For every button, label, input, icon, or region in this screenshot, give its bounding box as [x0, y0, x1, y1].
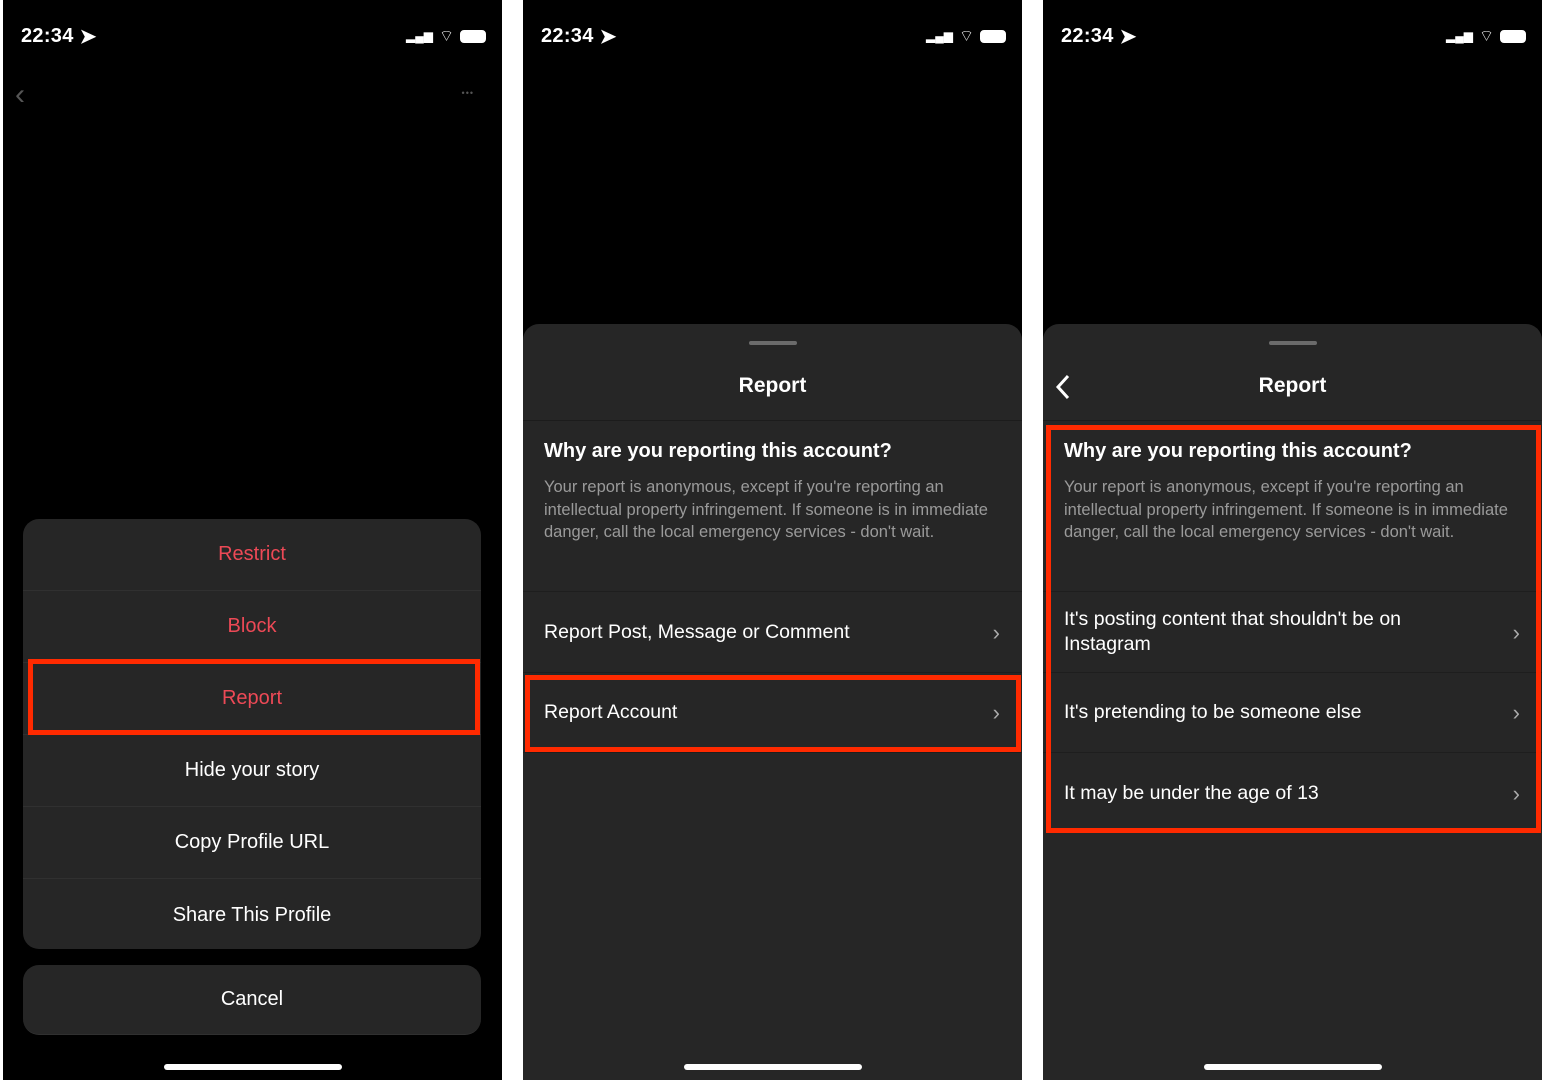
wifi-icon: ⌔ [438, 28, 454, 45]
highlight-box [1046, 425, 1541, 833]
phone-screen-report-account: 22:34 ➤ ▂▄▆ ⌔ Report Why are you reporting… [1043, 0, 1542, 1080]
battery-icon [460, 29, 486, 43]
phone-screen-report: 22:34 ➤ ▂▄▆ ⌔ Report Why are you reporting… [523, 0, 1022, 1080]
question-heading: Why are you reporting this account? [544, 440, 892, 462]
sheet-title: Report [738, 374, 807, 397]
clock: 22:34 [21, 24, 74, 47]
menu-item-copy-url[interactable]: Copy Profile URL [23, 807, 481, 879]
clock: 22:34 [1061, 24, 1114, 47]
menu-item-restrict[interactable]: Restrict [23, 519, 481, 591]
wifi-icon: ⌔ [1478, 28, 1494, 45]
status-bar: 22:34 ➤ ▂▄▆ ⌔ [21, 22, 486, 50]
battery-icon [980, 29, 1006, 43]
more-options-icon[interactable]: ••• [462, 88, 474, 98]
signal-icon: ▂▄▆ [925, 29, 953, 43]
signal-icon: ▂▄▆ [1445, 29, 1473, 43]
location-icon: ➤ [599, 25, 617, 48]
battery-icon [1500, 29, 1526, 43]
report-post-row[interactable]: Report Post, Message or Comment › [523, 591, 1022, 672]
sheet-grabber[interactable] [748, 341, 797, 345]
menu-item-share-profile[interactable]: Share This Profile [23, 879, 481, 949]
phone-screen-options: 22:34 ➤ ▂▄▆ ⌔ ‹ ••• Restrict Block Report … [3, 0, 502, 1080]
sheet-title: Report [1258, 374, 1327, 397]
back-icon[interactable]: ‹ [15, 78, 25, 112]
home-indicator [1203, 1064, 1382, 1070]
location-icon: ➤ [1119, 25, 1137, 48]
menu-item-hide-story[interactable]: Hide your story [23, 735, 481, 807]
menu-item-block[interactable]: Block [23, 591, 481, 663]
anonymity-note: Your report is anonymous, except if you'… [544, 478, 988, 541]
highlight-box [525, 675, 1021, 752]
status-bar: 22:34 ➤ ▂▄▆ ⌔ [541, 22, 1006, 50]
wifi-icon: ⌔ [958, 28, 974, 45]
home-indicator [683, 1064, 862, 1070]
cancel-button[interactable]: Cancel [23, 965, 481, 1035]
sheet-grabber[interactable] [1268, 341, 1317, 345]
status-bar: 22:34 ➤ ▂▄▆ ⌔ [1061, 22, 1526, 50]
location-icon: ➤ [79, 25, 97, 48]
clock: 22:34 [541, 24, 594, 47]
row-label: Report Post, Message or Comment [544, 620, 850, 643]
signal-icon: ▂▄▆ [405, 29, 433, 43]
home-indicator [163, 1064, 342, 1070]
chevron-right-icon: › [992, 619, 1000, 645]
highlight-box [28, 659, 480, 735]
